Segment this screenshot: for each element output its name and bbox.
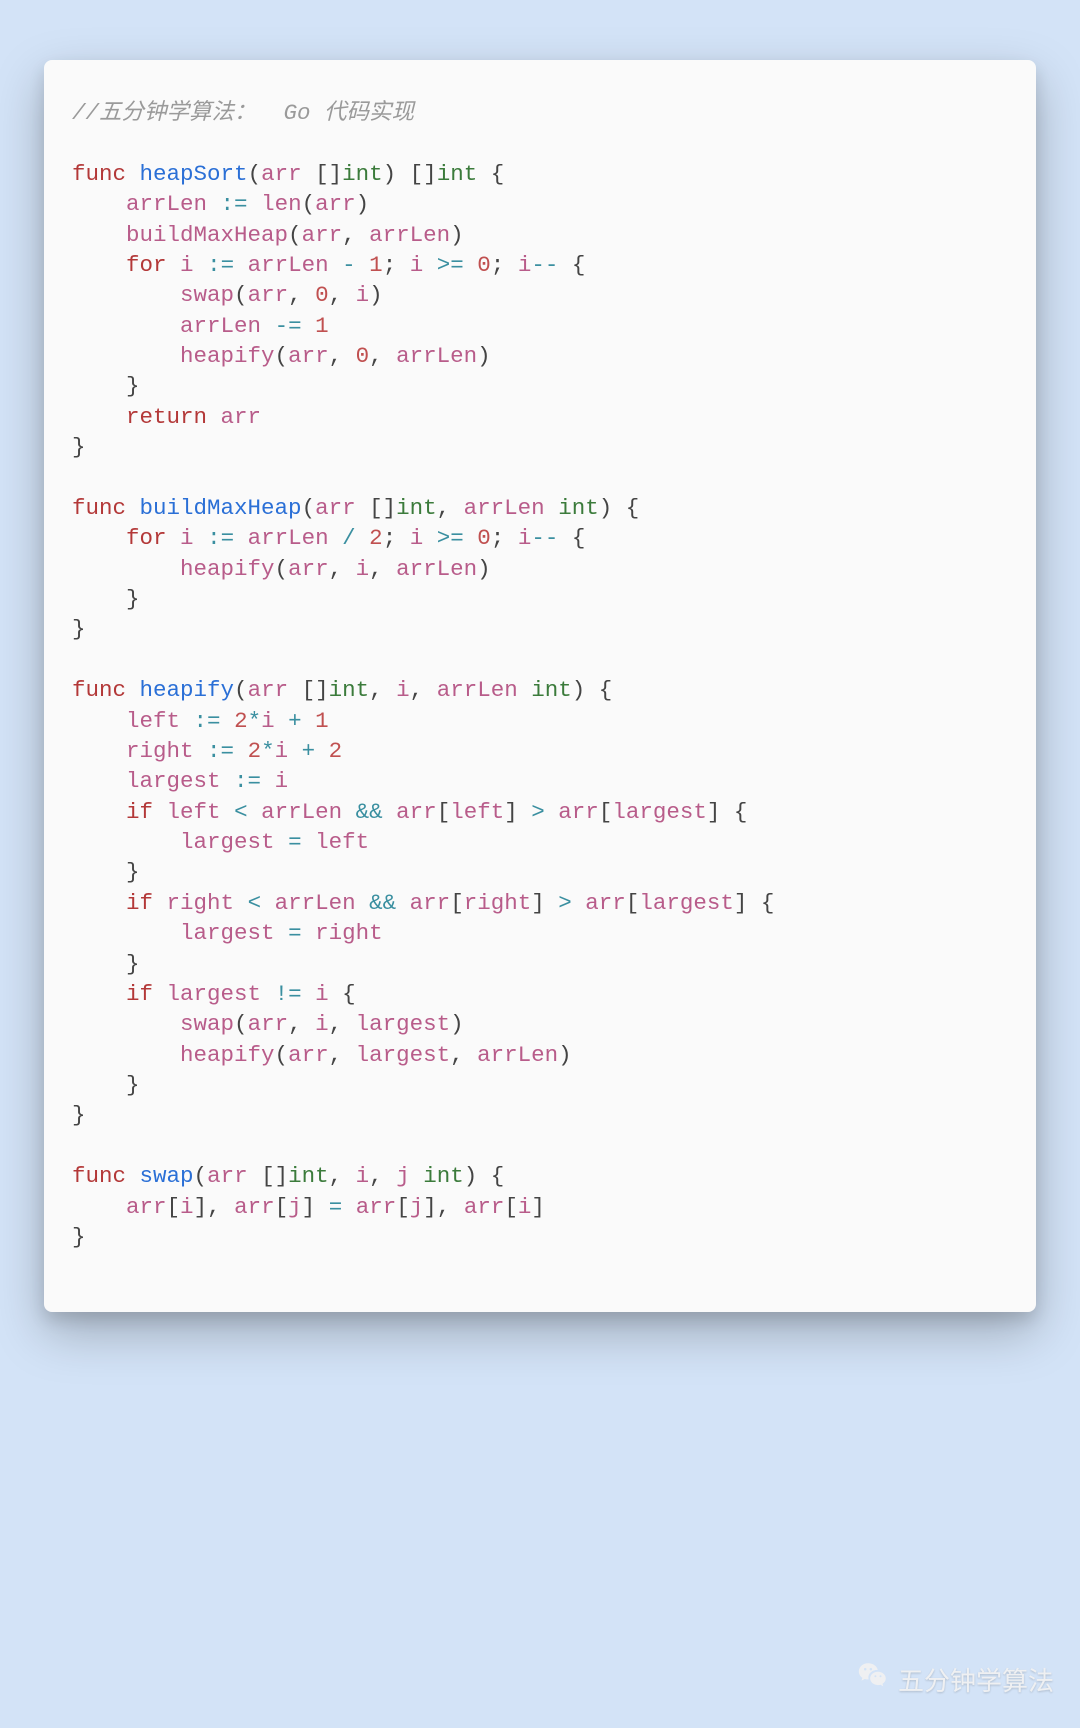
watermark: 五分钟学算法 — [856, 1659, 1054, 1700]
code-block: //五分钟学算法： Go 代码实现 func heapSort(arr []in… — [72, 98, 1008, 1252]
wechat-icon — [856, 1659, 890, 1700]
code-card: //五分钟学算法： Go 代码实现 func heapSort(arr []in… — [44, 60, 1036, 1312]
watermark-text: 五分钟学算法 — [898, 1661, 1054, 1698]
